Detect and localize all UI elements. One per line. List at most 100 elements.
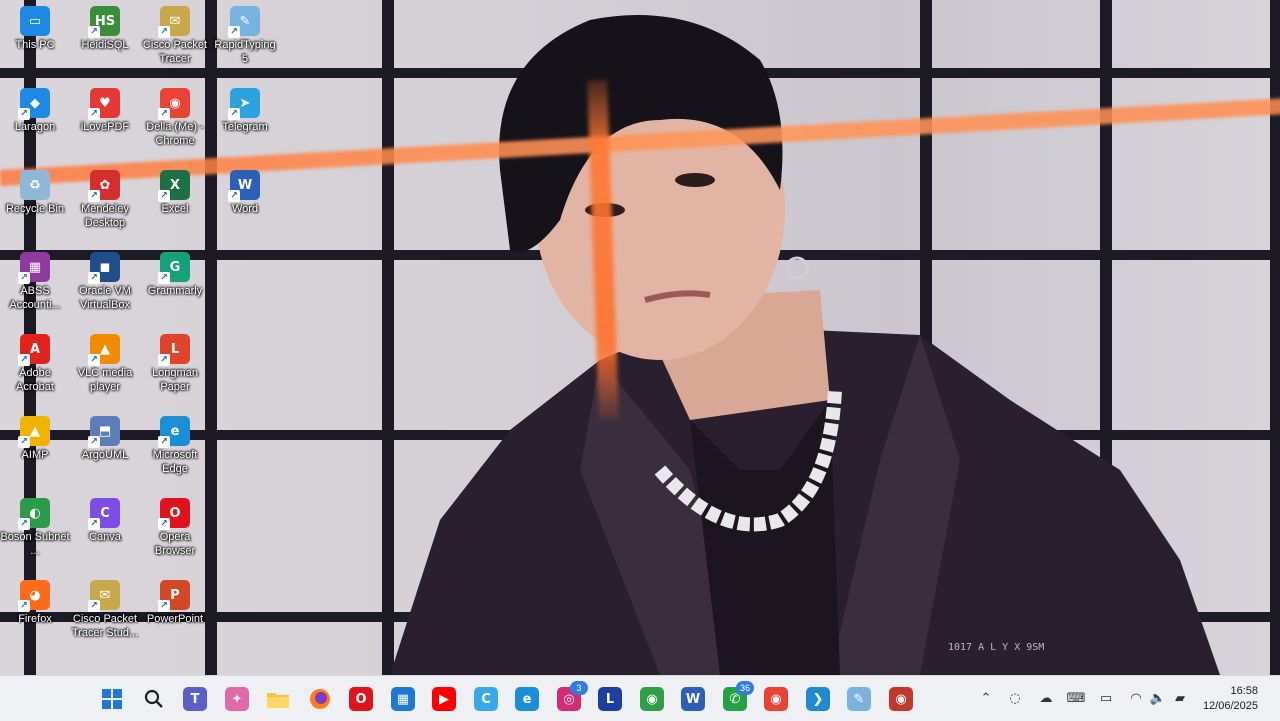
desktop-icon-cisco-packet-tracer[interactable]: ✉ ↗ Cisco Packet Tracer Stud... [70,576,140,640]
desktop-icon-label: Oracle VM VirtualBox [79,285,131,311]
desktop-icon-label: Telegram [222,121,268,133]
shortcut-arrow-icon: ↗ [18,600,30,612]
desktop-icon-virtualbox[interactable]: ◼ ↗ Oracle VM VirtualBox [70,248,140,312]
taskbar-rapidtyping-button[interactable]: ✎ [843,683,875,715]
youtube-icon: ▶ [432,687,456,711]
taskbar-copilot-button[interactable]: ✦ [221,683,253,715]
desktop-icon-cisco-packet-tracer[interactable]: ✉ ↗ Cisco Packet Tracer [140,2,210,66]
opera-icon: O [349,687,373,711]
aimp-icon: ▲ ↗ [18,416,50,448]
volume-icon[interactable]: 🔈 [1148,688,1168,708]
clock-date: 12/06/2025 [1202,700,1258,712]
desktop-icon-telegram[interactable]: ➤ ↗ Telegram [210,84,280,134]
sync-icon[interactable]: ◌ [1005,688,1025,708]
desktop-icon-excel[interactable]: X ↗ Excel [140,166,210,216]
taskbar-instagram-button[interactable]: ◎ 3 [553,681,588,715]
desktop-icon-recycle-bin[interactable]: ♻ Recycle Bin [0,166,70,216]
shortcut-arrow-icon: ↗ [228,108,240,120]
desktop-icon-label: AIMP [21,449,49,461]
taskbar-chrome-button[interactable]: ◉ [636,683,668,715]
shortcut-arrow-icon: ↗ [158,518,170,530]
windows-start-icon [100,687,124,711]
desktop-icon-aimp[interactable]: ▲ ↗ AIMP [0,412,70,462]
desktop-icon-heidisql[interactable]: HS ↗ HeidiSQL [70,2,140,52]
desktop-icon-label: Cisco Packet Tracer [142,39,208,65]
desktop-icon-label: Excel [161,203,189,215]
shortcut-arrow-icon: ↗ [158,190,170,202]
desktop-icon-longman[interactable]: L ↗ Longman Paper [140,330,210,394]
taskbar-firefox-button[interactable] [304,683,336,715]
shortcut-arrow-icon: ↗ [88,600,100,612]
taskbar-windows-start-button[interactable] [96,683,128,715]
firefox-icon [308,687,332,711]
taskbar-word-button[interactable]: W [677,683,709,715]
keyboard-icon[interactable]: ⌨ [1066,688,1086,708]
desktop-icon-word[interactable]: W ↗ Word [210,166,280,216]
chrome-icon: ◉ [640,687,664,711]
desktop-icon-acrobat[interactable]: A ↗ Adobe Acrobat [0,330,70,394]
taskbar-youtube-button[interactable]: ▶ [428,683,460,715]
clock[interactable]: 16:58 12/06/2025 [1203,684,1258,714]
desktop-icon-label: ArgoUML [81,449,129,461]
chevron-up-icon[interactable]: ⌃ [976,688,996,708]
vscode-icon: ❯ [806,687,830,711]
desktop-icon-argouml[interactable]: ⬒ ↗ ArgoUML [70,412,140,462]
desktop-icon-label: RapidTyping 5 [214,39,276,65]
desktop-icon-vlc[interactable]: ▲ ↗ VLC media player [70,330,140,394]
powerpoint-icon: P ↗ [158,580,190,612]
lexicon-icon: L [598,687,622,711]
desktop-icon-mendeley[interactable]: ✿ ↗ Mendeley Desktop [70,166,140,230]
shortcut-arrow-icon: ↗ [88,354,100,366]
copilot-icon: ✦ [225,687,249,711]
desktop-icon-rapidtyping[interactable]: ✎ ↗ RapidTyping 5 [210,2,280,66]
desktop-icon-powerpoint[interactable]: P ↗ PowerPoint [140,576,210,626]
desktop-icon-monitor[interactable]: ▭ This PC [0,2,70,52]
desktop-icon-opera[interactable]: O ↗ Opera Browser [140,494,210,558]
desktop-icon-label: Recycle Bin [5,203,65,215]
shortcut-arrow-icon: ↗ [18,272,30,284]
taskbar-file-explorer-button[interactable] [262,683,294,715]
desktop-icon-label: Microsoft Edge [152,449,198,475]
desktop-icon-chrome[interactable]: ◉ ↗ Della (Me) - Chrome [140,84,210,148]
taskbar-search-button[interactable] [138,683,170,715]
desktop-icon-edge[interactable]: e ↗ Microsoft Edge [140,412,210,476]
desktop-icon-label: Canva [89,531,121,543]
taskbar-microsoft-store-button[interactable]: ▦ [387,683,419,715]
desktop-icon-grammarly[interactable]: G ↗ Grammarly [140,248,210,298]
taskbar-chrome-profile-button[interactable]: ◉ [760,683,792,715]
firefox-icon: ◕ ↗ [18,580,50,612]
shortcut-arrow-icon: ↗ [228,190,240,202]
screen-icon[interactable]: ▭ [1096,688,1116,708]
taskbar-whatsapp-button[interactable]: ✆ 36 [719,681,754,715]
taskbar-edge-button[interactable]: e [511,683,543,715]
desktop-icon-label: This PC [15,39,55,51]
argouml-icon: ⬒ ↗ [88,416,120,448]
taskbar-chrome-profile-button[interactable]: ◉ [885,683,917,715]
acrobat-icon: A ↗ [18,334,50,366]
desktop-icon-laragon[interactable]: ◆ ↗ Laragon [0,84,70,134]
taskbar-lexicon-button[interactable]: L [594,683,626,715]
desktop-icon-ilovepdf[interactable]: ♥ ↗ iLovePDF [70,84,140,134]
battery-icon[interactable]: ▰ [1170,688,1190,708]
desktop-icon-label: Laragon [14,121,56,133]
cloud-off-icon[interactable]: ☁ [1036,688,1056,708]
wifi-icon[interactable]: ◠ [1126,688,1146,708]
microsoft-store-icon: ▦ [391,687,415,711]
edge-icon: e ↗ [158,416,190,448]
desktop-icon-canva[interactable]: C ↗ Canva [70,494,140,544]
taskbar-opera-button[interactable]: O [345,683,377,715]
search-icon [142,687,166,711]
desktop-icon-boson[interactable]: ◐ ↗ Boson Subnet ... [0,494,70,558]
shortcut-arrow-icon: ↗ [228,26,240,38]
heidisql-icon: HS ↗ [88,6,120,38]
taskbar-vscode-button[interactable]: ❯ [802,683,834,715]
taskbar-teams-button[interactable]: T [179,683,211,715]
shortcut-arrow-icon: ↗ [88,436,100,448]
desktop-icon-firefox[interactable]: ◕ ↗ Firefox [0,576,70,626]
jacket-print-text: 1017 A L Y X 9SM [948,642,1044,653]
taskbar-clipchamp-button[interactable]: C [470,683,502,715]
desktop-icon-abss[interactable]: ▦ ↗ ABSS Accounti... [0,248,70,312]
canva-icon: C ↗ [88,498,120,530]
notification-badge: 36 [736,681,754,695]
longman-icon: L ↗ [158,334,190,366]
